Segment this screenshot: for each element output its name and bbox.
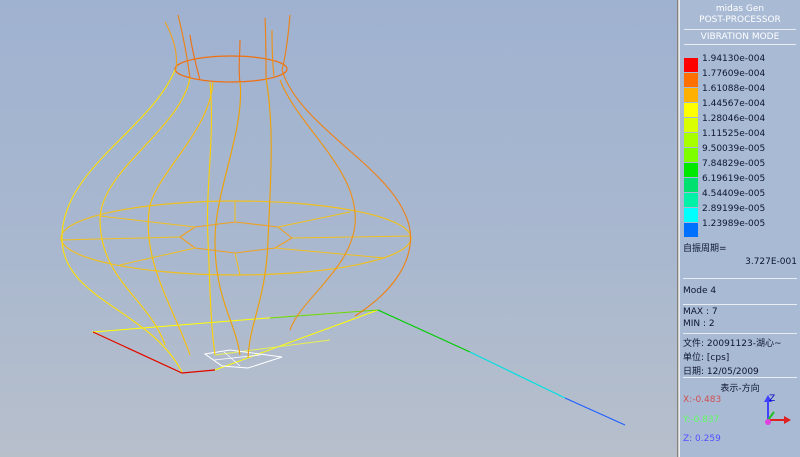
legend-row: 1.23989e-005 <box>684 219 798 237</box>
legend-row: 1.77609e-004 <box>684 69 798 87</box>
legend-swatch <box>684 223 698 237</box>
legend-row: 1.28046e-004 <box>684 114 798 132</box>
post-processor-panel: midas Gen POST-PROCESSOR VIBRATION MODE … <box>679 0 800 457</box>
contour-legend: 1.94130e-004 1.77609e-004 1.61088e-004 1.44… <box>684 54 798 237</box>
legend-value: 2.89199e-005 <box>702 204 766 214</box>
neck-spires <box>164 14 291 83</box>
legend-value: 1.28046e-004 <box>702 114 766 124</box>
min-value: MIN : 2 <box>683 319 715 329</box>
legend-row: 1.94130e-004 <box>684 54 798 72</box>
axis-y-value: Y:-0.837 <box>683 415 720 425</box>
legend-row: 2.89199e-005 <box>684 204 798 222</box>
separator <box>683 377 797 378</box>
wireframe-model <box>60 14 626 426</box>
bridge-blue <box>564 397 626 426</box>
svg-text:Z: Z <box>769 394 775 404</box>
axis-x-value: X:-0.483 <box>683 395 722 405</box>
axis-triad-icon: Z <box>764 394 791 425</box>
period-label: 自振周期= <box>683 244 727 254</box>
bridge-green <box>377 309 471 353</box>
legend-value: 1.94130e-004 <box>702 54 766 64</box>
legend-value: 6.19619e-005 <box>702 174 766 184</box>
separator <box>683 278 797 279</box>
legend-value: 9.50039e-005 <box>702 144 766 154</box>
module-name: POST-PROCESSOR <box>699 15 781 25</box>
meridians <box>61 69 411 373</box>
unit: 单位: [cps] <box>683 353 730 363</box>
app-name: midas Gen <box>715 4 765 14</box>
max-value: MAX : 7 <box>683 307 718 317</box>
date: 日期: 12/05/2009 <box>683 367 759 377</box>
legend-value: 1.77609e-004 <box>702 69 766 79</box>
legend-row: 9.50039e-005 <box>684 144 798 162</box>
legend-value: 1.23989e-005 <box>702 219 766 229</box>
legend-value: 7.84829e-005 <box>702 159 766 169</box>
legend-row: 1.61088e-004 <box>684 84 798 102</box>
bridge-cyan <box>469 351 566 399</box>
legend-value: 1.44567e-004 <box>702 99 766 109</box>
legend-row: 1.11525e-004 <box>684 129 798 147</box>
legend-row: 7.84829e-005 <box>684 159 798 177</box>
legend-row: 4.54409e-005 <box>684 189 798 207</box>
legend-value: 4.54409e-005 <box>702 189 766 199</box>
legend-row: 6.19619e-005 <box>684 174 798 192</box>
axis-z-value: Z: 0.259 <box>683 434 721 444</box>
file-name: 文件: 20091123-湖心~ <box>683 339 782 349</box>
separator <box>683 333 797 334</box>
mode-number: Mode 4 <box>683 286 717 296</box>
ground-slab <box>91 309 379 374</box>
neck-ring <box>174 55 288 83</box>
model-viewport[interactable] <box>0 0 678 457</box>
legend-row: 1.44567e-004 <box>684 99 798 117</box>
separator <box>683 304 797 305</box>
mode-title: VIBRATION MODE <box>684 29 796 45</box>
legend-value: 1.11525e-004 <box>702 129 766 139</box>
slab-edge-red <box>92 331 216 374</box>
equator-ring <box>60 200 412 276</box>
slab-inner-line <box>214 339 331 356</box>
period-value: 3.727E-001 <box>745 257 797 267</box>
legend-value: 1.61088e-004 <box>702 84 766 94</box>
